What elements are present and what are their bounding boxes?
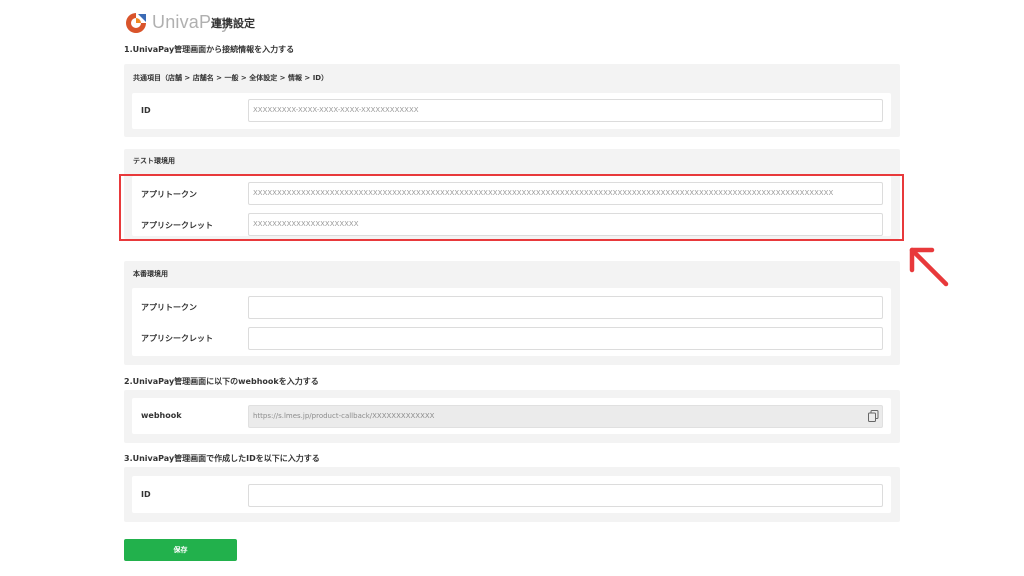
production-secret-input[interactable]: [248, 327, 883, 350]
production-panel-label: 本番環境用: [133, 270, 168, 278]
section1-title: 1.UnivaPay管理画面から接続情報を入力する: [124, 45, 295, 54]
production-token-input[interactable]: [248, 296, 883, 319]
test-panel-label: テスト環境用: [133, 157, 175, 165]
arrow-pointer-icon: [909, 247, 949, 287]
copy-icon[interactable]: [868, 410, 879, 422]
save-button[interactable]: 保存: [124, 539, 237, 561]
page-title: 連携設定: [211, 17, 255, 30]
id-input[interactable]: XXXXXXXXX-XXXX-XXXX-XXXX-XXXXXXXXXXXX: [248, 99, 883, 122]
production-token-label: アプリトークン: [141, 303, 197, 312]
webhook-url-field[interactable]: https://s.lmes.jp/product-callback/XXXXX…: [248, 405, 883, 428]
webhook-label: webhook: [141, 411, 182, 420]
section3-title: 3.UnivaPay管理画面で作成したIDを以下に入力する: [124, 454, 320, 463]
highlight-box: [119, 174, 904, 241]
id-label: ID: [141, 106, 151, 115]
section3-id-input[interactable]: [248, 484, 883, 507]
common-panel-label: 共通項目（店舗 > 店舗名 > 一般 > 全体設定 > 情報 > ID）: [133, 74, 329, 82]
production-secret-label: アプリシークレット: [141, 334, 213, 343]
univapay-logo-icon: [126, 13, 146, 33]
section2-title: 2.UnivaPay管理画面に以下のwebhookを入力する: [124, 377, 319, 386]
section3-id-label: ID: [141, 490, 151, 499]
